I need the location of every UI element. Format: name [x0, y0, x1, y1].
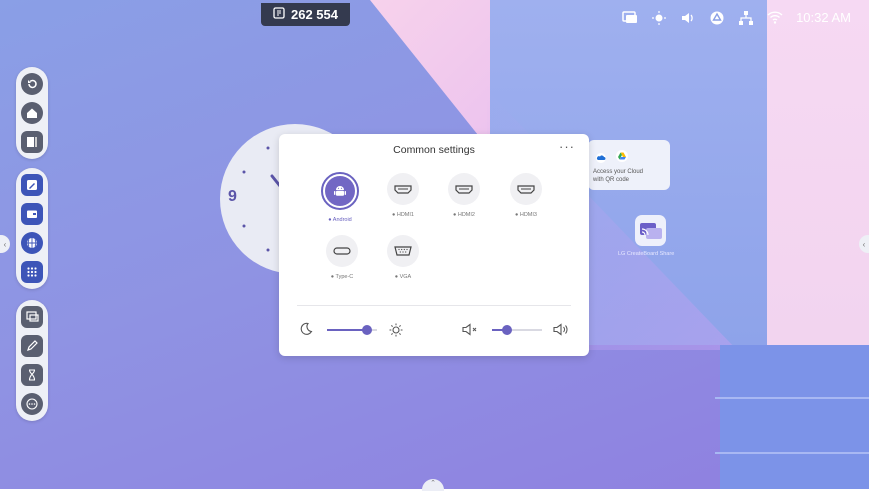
chevron-left-icon: ‹	[862, 239, 866, 249]
vga-icon	[394, 246, 412, 256]
source-android[interactable]: ● Android	[310, 172, 370, 223]
more-tools-button[interactable]	[21, 393, 43, 415]
source-label: ● HDMI1	[392, 212, 414, 218]
more-options-button[interactable]: ···	[559, 139, 575, 154]
createboard-share-app[interactable]	[635, 215, 666, 246]
cast-app-label: LG CreateBoard Share	[618, 251, 675, 257]
wifi-icon[interactable]	[767, 11, 783, 25]
toolbar-apps	[16, 168, 48, 289]
network-icon[interactable]	[738, 10, 754, 25]
cloud-widget[interactable]: Access your Cloud with QR code	[588, 140, 670, 190]
divider	[297, 305, 571, 306]
wallet-app-button[interactable]	[21, 203, 43, 225]
bg-wall-right	[767, 0, 869, 345]
home-button[interactable]	[21, 102, 43, 124]
source-hdmi2[interactable]: ● HDMI2	[434, 173, 494, 218]
source-icon-wrap	[326, 235, 358, 267]
back-button[interactable]	[21, 73, 43, 95]
brightness-icon[interactable]	[651, 10, 667, 25]
source-icon-wrap	[510, 173, 542, 205]
annotate-button[interactable]	[21, 335, 43, 357]
volume-up-icon[interactable]	[553, 323, 569, 341]
participant-counter[interactable]: 262 554	[261, 3, 350, 26]
whiteboard-app-button[interactable]	[21, 174, 43, 196]
bg-stair	[715, 397, 869, 399]
source-label: ● Type-C	[330, 274, 354, 280]
cast-icon	[639, 222, 662, 239]
brightness-slider[interactable]	[327, 325, 377, 335]
source-icon-wrap	[448, 173, 480, 205]
source-label: ● HDMI3	[515, 212, 537, 218]
recent-apps-button[interactable]	[21, 131, 43, 153]
timer-button[interactable]	[21, 364, 43, 386]
hdmi-icon	[517, 184, 535, 194]
brightness-knob[interactable]	[362, 325, 372, 335]
volume-slider[interactable]	[492, 325, 542, 335]
source-hdmi1[interactable]: ● HDMI1	[373, 173, 433, 218]
panel-title: Common settings	[393, 144, 475, 156]
chevron-up-icon: ⌃	[430, 480, 436, 487]
browser-app-button[interactable]	[21, 232, 43, 254]
hdmi-icon	[394, 184, 412, 194]
common-settings-panel: Common settings ··· ● Android ● HDMI1 ● …	[279, 134, 589, 356]
source-icon-wrap	[387, 235, 419, 267]
android-icon	[334, 186, 346, 196]
counter-value: 262 554	[291, 7, 338, 22]
source-type-c[interactable]: ● Type-C	[312, 235, 372, 280]
screen-share-icon[interactable]	[622, 11, 638, 25]
source-hdmi3[interactable]: ● HDMI3	[496, 173, 556, 218]
source-label: ● VGA	[394, 274, 412, 280]
chevron-left-icon: ‹	[3, 239, 7, 249]
volume-knob[interactable]	[502, 325, 512, 335]
volume-icon[interactable]	[680, 11, 696, 25]
bg-stair	[715, 452, 869, 454]
onedrive-icon	[595, 150, 607, 168]
brightness-fill	[327, 329, 367, 331]
toolbar-tools	[16, 300, 48, 421]
sun-icon	[389, 323, 403, 342]
toolbar-navigation	[16, 67, 48, 159]
hdmi-icon	[455, 184, 473, 194]
google-drive-icon	[616, 149, 628, 167]
source-icon-wrap	[321, 172, 359, 210]
source-icon-wrap	[387, 173, 419, 205]
usb-c-icon	[333, 247, 351, 255]
clock-time: 10:32 AM	[796, 10, 851, 25]
cloud-widget-text: Access your Cloud with QR code	[593, 169, 644, 183]
counter-icon	[273, 7, 285, 22]
mute-icon[interactable]	[462, 323, 478, 341]
bg-floor	[720, 345, 869, 489]
source-label: ● HDMI2	[453, 212, 475, 218]
screen-mirror-button[interactable]	[21, 306, 43, 328]
moon-icon	[299, 322, 313, 341]
status-bar: 10:32 AM	[622, 10, 851, 25]
drive-icon[interactable]	[709, 11, 725, 25]
source-label: ● Android	[328, 217, 352, 223]
source-vga[interactable]: ● VGA	[373, 235, 433, 280]
all-apps-button[interactable]	[21, 261, 43, 283]
